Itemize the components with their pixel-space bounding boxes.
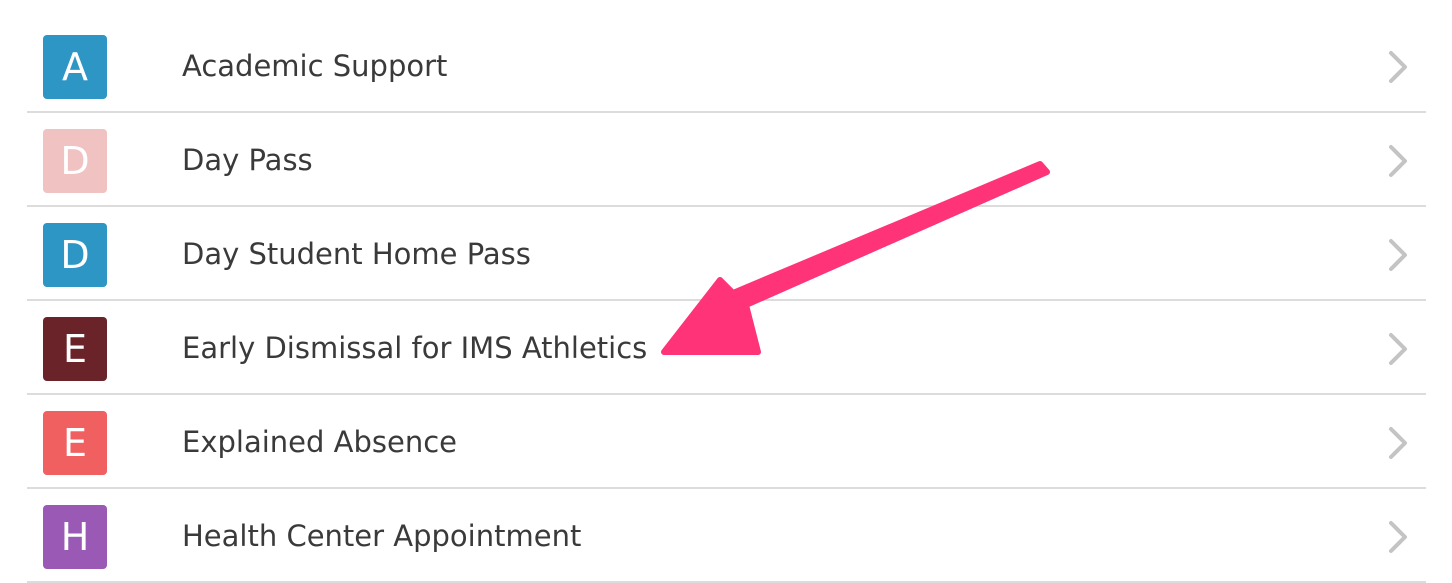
chevron-right-icon	[1389, 333, 1407, 365]
list-item[interactable]: D Day Pass	[27, 113, 1426, 207]
list-item-label: Day Pass	[182, 143, 313, 177]
letter-avatar: E	[43, 411, 107, 475]
list-item[interactable]: E Early Dismissal for IMS Athletics	[27, 301, 1426, 395]
list-item[interactable]: D Day Student Home Pass	[27, 207, 1426, 301]
letter-avatar: D	[43, 223, 107, 287]
list-item[interactable]: A Academic Support	[27, 19, 1426, 113]
letter-avatar: D	[43, 129, 107, 193]
chevron-right-icon	[1389, 427, 1407, 459]
list-item-label: Health Center Appointment	[182, 519, 582, 553]
chevron-right-icon	[1389, 521, 1407, 553]
letter-avatar: E	[43, 317, 107, 381]
list-item-label: Academic Support	[182, 49, 448, 83]
pass-type-list: A Academic Support D Day Pass D Day Stud…	[27, 19, 1426, 583]
letter-avatar: H	[43, 505, 107, 569]
list-item-label: Early Dismissal for IMS Athletics	[182, 331, 648, 365]
letter-avatar: A	[43, 35, 107, 99]
list-item-label: Day Student Home Pass	[182, 237, 531, 271]
chevron-right-icon	[1389, 51, 1407, 83]
chevron-right-icon	[1389, 145, 1407, 177]
list-item-label: Explained Absence	[182, 425, 457, 459]
list-item[interactable]: H Health Center Appointment	[27, 489, 1426, 583]
list-item[interactable]: E Explained Absence	[27, 395, 1426, 489]
chevron-right-icon	[1389, 239, 1407, 271]
